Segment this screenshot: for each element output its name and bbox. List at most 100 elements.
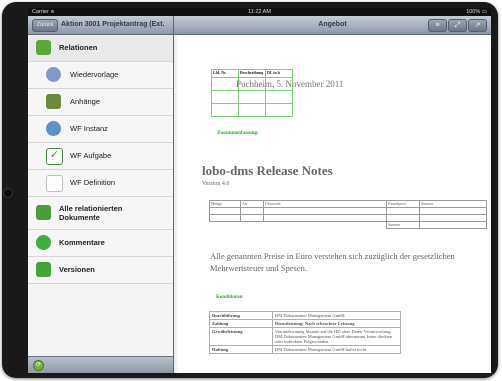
workflow-instance-icon (46, 121, 61, 136)
table-header-cell: Lfd. Nr. (211, 69, 239, 78)
list-icon: ≡ (435, 22, 440, 29)
screen: Carrier ≋ 11:22 AM 100% ▭ Zurück Aktion … (28, 8, 491, 373)
document-version: Version 4.6 (202, 181, 230, 187)
table-cell (386, 214, 420, 222)
list-item-label: Alle relationierten Dokumente (59, 204, 123, 222)
items-table: Menge Art Übersicht Einzelpreis Summe Su… (209, 200, 487, 229)
conditions-label: Konditionen (216, 295, 243, 300)
list-item-anhaenge[interactable]: Anhänge (28, 89, 173, 116)
list-item-label: WF Instanz (70, 124, 108, 133)
table-cell (419, 221, 487, 229)
master-toolbar: ⟳ (28, 356, 173, 373)
relations-icon (36, 40, 51, 55)
table-cell (211, 77, 239, 91)
summary-label: Zusammenfassung: (217, 131, 259, 136)
table-cell (265, 90, 293, 104)
master-pane: Zurück Aktion 3001 Projektantrag (Ext. R… (28, 16, 174, 373)
table-cell (209, 207, 241, 215)
table-total-label: Summe (386, 221, 420, 229)
table-header-cell: Beschreibung (238, 69, 266, 78)
detail-pane: Angebot ≡ ⤢ ↗ Lfd. Nr. Beschreibung DL i… (174, 16, 491, 373)
table-cell (238, 90, 266, 104)
list-item-kommentare[interactable]: Kommentare (28, 230, 173, 257)
condition-value: DM Dokumenten Management GmbH (272, 311, 401, 320)
list-item-wiedervorlage[interactable]: Wiedervorlage (28, 62, 173, 89)
detail-navbar: Angebot ≡ ⤢ ↗ (174, 16, 491, 35)
table-header-cell: Art (240, 200, 264, 208)
table-cell (241, 222, 264, 229)
condition-key: Zahlung (209, 319, 273, 328)
table-cell (263, 207, 387, 215)
resubmission-icon (46, 67, 61, 82)
expand-icon: ⤢ (454, 22, 461, 29)
list-item-label: WF Aufgabe (70, 151, 112, 160)
table-cell (240, 214, 264, 222)
list-item-label: WF Definition (70, 178, 116, 187)
back-button[interactable]: Zurück (32, 19, 58, 32)
table-row: Gewährleistung Vierundzwanzig Monate auf… (209, 327, 401, 346)
master-navbar: Zurück Aktion 3001 Projektantrag (Ext. (28, 16, 173, 35)
battery-icon: ▭ (481, 9, 487, 15)
list-view-button[interactable]: ≡ (428, 19, 447, 32)
refresh-icon[interactable]: ⟳ (33, 360, 44, 371)
table-header-cell: Übersicht (263, 200, 387, 208)
condition-key: Durchführung (209, 311, 273, 320)
price-note: Alle genannten Preise in Euro verstehen … (210, 251, 455, 273)
list-item-wf-aufgabe[interactable]: ✓ WF Aufgabe (28, 143, 173, 170)
condition-key: Haftung (209, 345, 273, 354)
document-heading: lobo-dms Release Notes (202, 163, 333, 178)
battery-indicator: 100% ▭ (466, 9, 487, 15)
table-cell (240, 207, 264, 215)
table-cell (238, 103, 266, 117)
document-viewer[interactable]: Lfd. Nr. Beschreibung DL in h Puchheim, … (174, 35, 491, 373)
table-cell (265, 103, 293, 117)
condition-key: Gewährleistung (209, 327, 273, 346)
list-item-versionen[interactable]: Versionen (28, 257, 173, 284)
comments-icon (36, 235, 51, 250)
related-documents-icon (36, 205, 51, 220)
list-item-label: Versionen (59, 265, 95, 274)
conditions-table: Durchführung DM Dokumenten Management Gm… (209, 311, 401, 354)
table-header-cell: Summe (419, 200, 487, 208)
relations-list: Relationen Wiedervorlage Anhänge WF Inst… (28, 35, 173, 284)
status-bar: Carrier ≋ 11:22 AM 100% ▭ (28, 8, 491, 16)
table-cell (386, 207, 420, 215)
fullscreen-button[interactable]: ⤢ (448, 19, 467, 32)
ipad-bezel: Carrier ≋ 11:22 AM 100% ▭ Zurück Aktion … (2, 2, 498, 378)
attachments-icon (46, 94, 61, 109)
table-cell (210, 222, 241, 229)
table-cell (419, 214, 487, 222)
workflow-definition-icon (46, 175, 63, 192)
master-title: Aktion 3001 Projektantrag (Ext. (61, 21, 165, 28)
list-item-label: Kommentare (59, 238, 105, 247)
table-header-cell: Menge (209, 200, 241, 208)
table-cell (263, 214, 387, 222)
list-item-wf-instanz[interactable]: WF Instanz (28, 116, 173, 143)
table-header-cell: Einzelpreis (386, 200, 420, 208)
table-cell (209, 214, 241, 222)
table-row: Haftung DM Dokumenten Management GmbH ha… (209, 345, 401, 354)
table-cell (264, 222, 387, 229)
list-item-label: Anhänge (70, 97, 101, 106)
versions-icon (36, 262, 51, 277)
home-button[interactable] (3, 188, 13, 198)
share-icon: ↗ (474, 22, 481, 29)
condition-value: DM Dokumenten Management GmbH haftet nic… (272, 345, 401, 354)
table-header-cell: DL in h (265, 69, 293, 78)
table-cell (211, 90, 239, 104)
condition-value: Dienstleistung: Nach erbrachter Leistung (272, 319, 401, 328)
list-item-label: Relationen (59, 43, 98, 52)
header-table: Lfd. Nr. Beschreibung DL in h (211, 69, 293, 117)
condition-value: Vierundzwanzig Monate auf die HD ohne Da… (272, 327, 401, 346)
page-gutter (174, 35, 179, 373)
list-item-wf-definition[interactable]: WF Definition (28, 170, 173, 197)
workflow-task-icon: ✓ (46, 148, 63, 165)
table-row: Durchführung DM Dokumenten Management Gm… (209, 311, 401, 320)
table-cell (211, 103, 239, 117)
list-item-label: Wiedervorlage (70, 70, 119, 79)
list-item-alle-relationierten-dokumente[interactable]: Alle relationierten Dokumente (28, 197, 173, 230)
list-item-relationen[interactable]: Relationen (28, 35, 173, 62)
document-date: Puchheim, 5. November 2011 (236, 79, 344, 89)
table-cell (419, 207, 487, 215)
action-button[interactable]: ↗ (468, 19, 487, 32)
